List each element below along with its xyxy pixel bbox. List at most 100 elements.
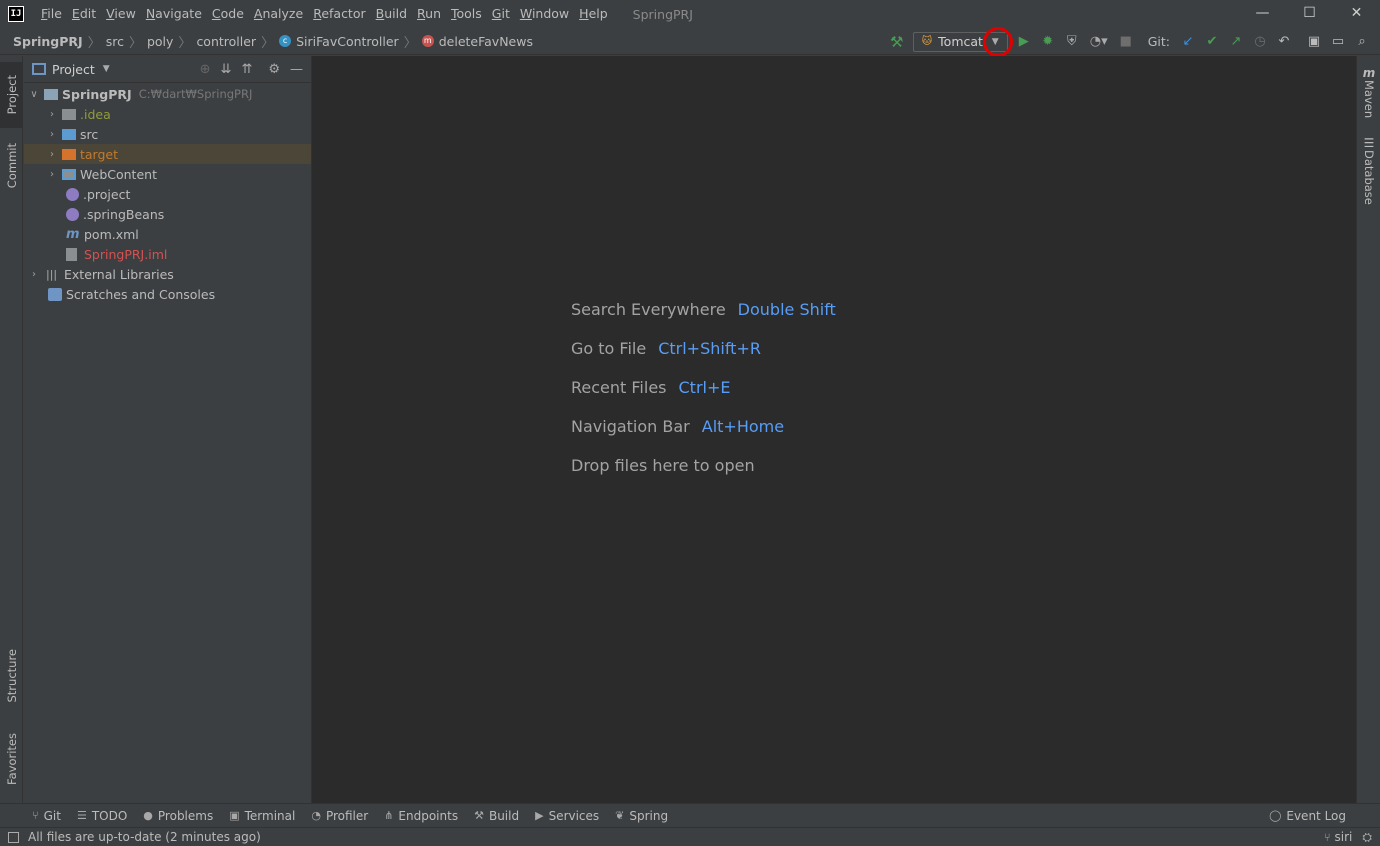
menu-file[interactable]: File xyxy=(36,0,67,28)
tab-build[interactable]: ⚒ Build xyxy=(474,809,519,823)
git-branch-name[interactable]: siri xyxy=(1335,830,1353,844)
breadcrumb-src[interactable]: src xyxy=(106,34,124,49)
terminal-icon: ▣ xyxy=(229,809,240,822)
breadcrumb-project[interactable]: SpringPRJ xyxy=(13,34,83,49)
tree-node-pom[interactable]: m pom.xml xyxy=(24,224,311,244)
method-icon: m xyxy=(421,35,434,47)
hint-shortcut: Double Shift xyxy=(737,300,836,319)
tab-todo[interactable]: ☰ TODO xyxy=(77,809,127,823)
git-commit-button[interactable]: ✔ xyxy=(1200,31,1224,53)
tree-node-label: src xyxy=(80,126,99,142)
stripe-tab-favorites[interactable]: Favorites xyxy=(0,724,23,794)
expand-all-icon[interactable]: ⇊ xyxy=(221,62,232,77)
locate-icon[interactable]: ⊕ xyxy=(200,62,211,77)
git-rollback-button[interactable]: ↶ xyxy=(1272,31,1296,53)
coverage-button[interactable]: ⛨ xyxy=(1060,31,1084,53)
git-push-button[interactable]: ↗ xyxy=(1224,31,1248,53)
menu-refactor[interactable]: Refactor xyxy=(308,0,370,28)
tab-problems[interactable]: ● Problems xyxy=(143,809,213,823)
stripe-tab-maven[interactable]: m Maven xyxy=(1357,66,1380,118)
project-panel-title[interactable]: Project xyxy=(52,62,95,77)
hide-icon[interactable]: — xyxy=(290,62,303,77)
menu-navigate[interactable]: Navigate xyxy=(141,0,207,28)
editor-area[interactable]: Search Everywhere Double Shift Go to File… xyxy=(312,56,1356,803)
stripe-tab-structure[interactable]: Structure xyxy=(0,641,23,711)
tab-endpoints[interactable]: ⋔ Endpoints xyxy=(384,809,458,823)
tab-event-log[interactable]: ◯ Event Log xyxy=(1269,809,1346,823)
presentation-button[interactable]: ▭ xyxy=(1326,31,1350,53)
menu-code[interactable]: Code xyxy=(207,0,249,28)
close-button[interactable]: ✕ xyxy=(1333,0,1380,28)
breadcrumb-method[interactable]: deleteFavNews xyxy=(439,34,533,49)
maximize-button[interactable]: ☐ xyxy=(1286,0,1333,28)
tree-node-scratches[interactable]: Scratches and Consoles xyxy=(24,284,311,304)
breadcrumb-poly[interactable]: poly xyxy=(147,34,173,49)
stripe-tab-database[interactable]: ☰ Database xyxy=(1357,136,1380,205)
git-update-button[interactable]: ↙ xyxy=(1176,31,1200,53)
bug-icon: ✹ xyxy=(1042,34,1054,49)
stripe-tab-maven-label: Maven xyxy=(1362,80,1376,119)
tab-spring[interactable]: ❦ Spring xyxy=(615,809,668,823)
menu-git[interactable]: Git xyxy=(487,0,515,28)
tree-node-target[interactable]: › target xyxy=(24,144,311,164)
collapse-all-icon[interactable]: ⇈ xyxy=(241,62,252,77)
shield-run-icon: ⛨ xyxy=(1066,34,1077,49)
spring-leaf-icon: ❦ xyxy=(615,809,625,822)
stripe-tab-favorites-label: Favorites xyxy=(4,733,19,785)
gear-icon[interactable]: ⚙ xyxy=(268,62,280,77)
menu-build[interactable]: Build xyxy=(371,0,412,28)
tree-node-iml[interactable]: SpringPRJ.iml xyxy=(24,244,311,264)
project-structure-button[interactable]: ▣ xyxy=(1302,31,1326,53)
tree-node-springprj[interactable]: ∨ SpringPRJ C:₩dart₩SpringPRJ xyxy=(24,84,311,104)
tree-node-src[interactable]: › src xyxy=(24,124,311,144)
tab-terminal-label: Terminal xyxy=(244,808,296,823)
push-arrow-icon: ↗ xyxy=(1230,34,1242,49)
chevron-right-icon[interactable]: › xyxy=(28,269,40,280)
intellij-logo-icon[interactable]: IJ xyxy=(8,6,24,22)
git-history-button[interactable]: ◷ xyxy=(1248,31,1272,53)
run-button[interactable]: ▶ xyxy=(1012,31,1036,53)
lock-icon[interactable]: ⛭ xyxy=(1362,830,1372,845)
minimize-button[interactable]: — xyxy=(1239,0,1286,28)
breadcrumb-class[interactable]: SiriFavController xyxy=(296,34,399,49)
status-message[interactable]: All files are up-to-date (2 minutes ago) xyxy=(28,830,261,844)
tab-services[interactable]: ▶ Services xyxy=(535,809,599,823)
chevron-right-icon[interactable]: › xyxy=(46,129,58,140)
hint-shortcut: Ctrl+E xyxy=(678,378,731,397)
menu-run[interactable]: Run xyxy=(412,0,446,28)
stripe-tab-project[interactable]: Project xyxy=(0,62,23,128)
chevron-down-icon[interactable]: ∨ xyxy=(28,89,40,100)
menu-window[interactable]: Window xyxy=(515,0,574,28)
stripe-tab-commit[interactable]: Commit xyxy=(0,134,23,198)
tree-node-label: target xyxy=(80,146,119,162)
eclipse-file-icon xyxy=(66,187,79,201)
run-play-icon: ▶ xyxy=(1018,34,1029,49)
tab-event-log-label: Event Log xyxy=(1286,808,1346,823)
breadcrumb-controller[interactable]: controller xyxy=(196,34,256,49)
menu-tools[interactable]: Tools xyxy=(446,0,487,28)
tree-node-external-libraries[interactable]: › ||| External Libraries xyxy=(24,264,311,284)
tab-git[interactable]: ⑂ Git xyxy=(32,809,61,823)
menu-analyze[interactable]: Analyze xyxy=(249,0,308,28)
breadcrumb-separator-icon: 〉 xyxy=(261,35,275,51)
menu-help[interactable]: Help xyxy=(574,0,613,28)
build-hammer-icon[interactable]: ⚒ xyxy=(885,31,909,53)
debug-button[interactable]: ✹ xyxy=(1036,31,1060,53)
chevron-right-icon[interactable]: › xyxy=(46,109,58,120)
tool-windows-toggle-icon[interactable] xyxy=(8,831,19,843)
menu-view[interactable]: View xyxy=(101,0,141,28)
tree-node-project-file[interactable]: .project xyxy=(24,184,311,204)
left-tool-stripe: Project Commit Structure Favorites xyxy=(0,56,23,803)
search-button[interactable]: ⌕ xyxy=(1350,31,1374,53)
tab-profiler[interactable]: ◔ Profiler xyxy=(311,809,368,823)
chevron-right-icon[interactable]: › xyxy=(46,149,58,160)
tree-node-idea[interactable]: › .idea xyxy=(24,104,311,124)
chevron-down-icon[interactable]: ▼ xyxy=(103,64,110,74)
chevron-right-icon[interactable]: › xyxy=(46,169,58,180)
tree-node-springbeans[interactable]: .springBeans xyxy=(24,204,311,224)
profile-button[interactable]: ◔▾ xyxy=(1084,31,1114,53)
tree-node-webcontent[interactable]: › WebContent xyxy=(24,164,311,184)
menu-edit[interactable]: Edit xyxy=(67,0,101,28)
stop-button[interactable]: ■ xyxy=(1114,31,1138,53)
tab-terminal[interactable]: ▣ Terminal xyxy=(229,809,295,823)
